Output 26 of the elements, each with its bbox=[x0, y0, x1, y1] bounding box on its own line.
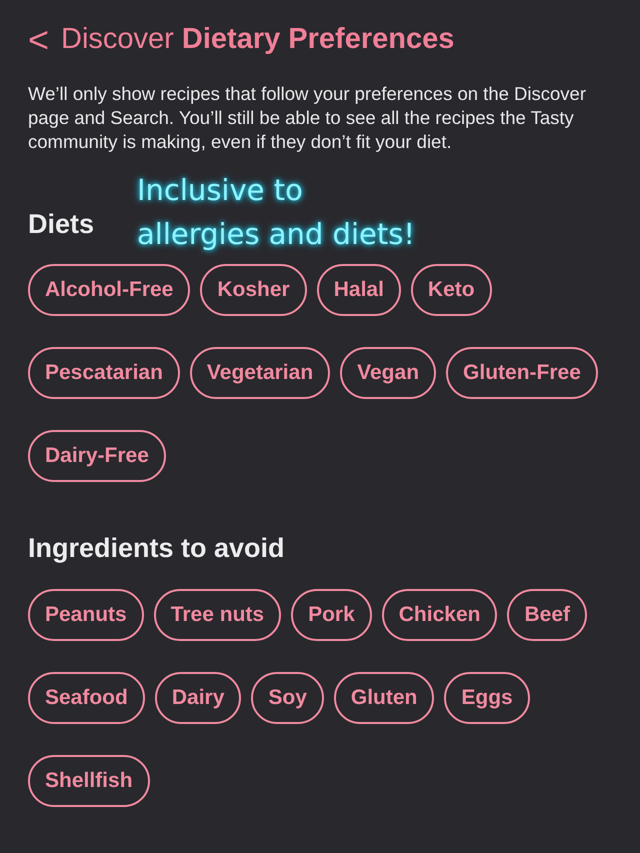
preference-chip[interactable]: Pescatarian bbox=[28, 347, 180, 399]
preference-chip[interactable]: Peanuts bbox=[28, 588, 144, 640]
preference-chip[interactable]: Pork bbox=[291, 588, 372, 640]
handwritten-note: Inclusive to allergies and diets! bbox=[137, 172, 415, 253]
preference-chip[interactable]: Soy bbox=[251, 672, 324, 724]
preference-chip[interactable]: Chicken bbox=[382, 588, 498, 640]
preference-chip[interactable]: Seafood bbox=[28, 672, 145, 724]
section-heading: Diets bbox=[28, 208, 94, 240]
preference-chip[interactable]: Dairy-Free bbox=[28, 430, 166, 482]
preference-chip[interactable]: Tree nuts bbox=[154, 588, 282, 640]
preference-chip[interactable]: Alcohol-Free bbox=[28, 264, 190, 316]
preference-chip[interactable]: Vegetarian bbox=[190, 347, 330, 399]
preference-chip[interactable]: Eggs bbox=[444, 672, 530, 724]
preference-chip[interactable]: Beef bbox=[507, 588, 587, 640]
preference-chip[interactable]: Shellfish bbox=[28, 754, 150, 806]
description-text: We’ll only show recipes that follow your preferences on the Discover page and Search. You’ll still be able to see all the recipes the Tasty community is making, even if they don’t fit your diet. bbox=[28, 82, 587, 154]
preference-chip[interactable]: Keto bbox=[410, 264, 492, 316]
preference-chip[interactable]: Kosher bbox=[200, 264, 307, 316]
preference-chip[interactable]: Gluten bbox=[334, 672, 434, 724]
section-heading: Ingredients to avoid bbox=[28, 532, 285, 565]
back-button[interactable]: < bbox=[28, 22, 50, 58]
preference-chip[interactable]: Dairy bbox=[154, 672, 242, 724]
page-title: Discover Dietary Preferences bbox=[61, 22, 454, 57]
preference-chip[interactable]: Gluten-Free bbox=[446, 347, 598, 399]
preference-chip[interactable]: Vegan bbox=[340, 347, 436, 399]
preference-chip[interactable]: Halal bbox=[316, 264, 401, 316]
